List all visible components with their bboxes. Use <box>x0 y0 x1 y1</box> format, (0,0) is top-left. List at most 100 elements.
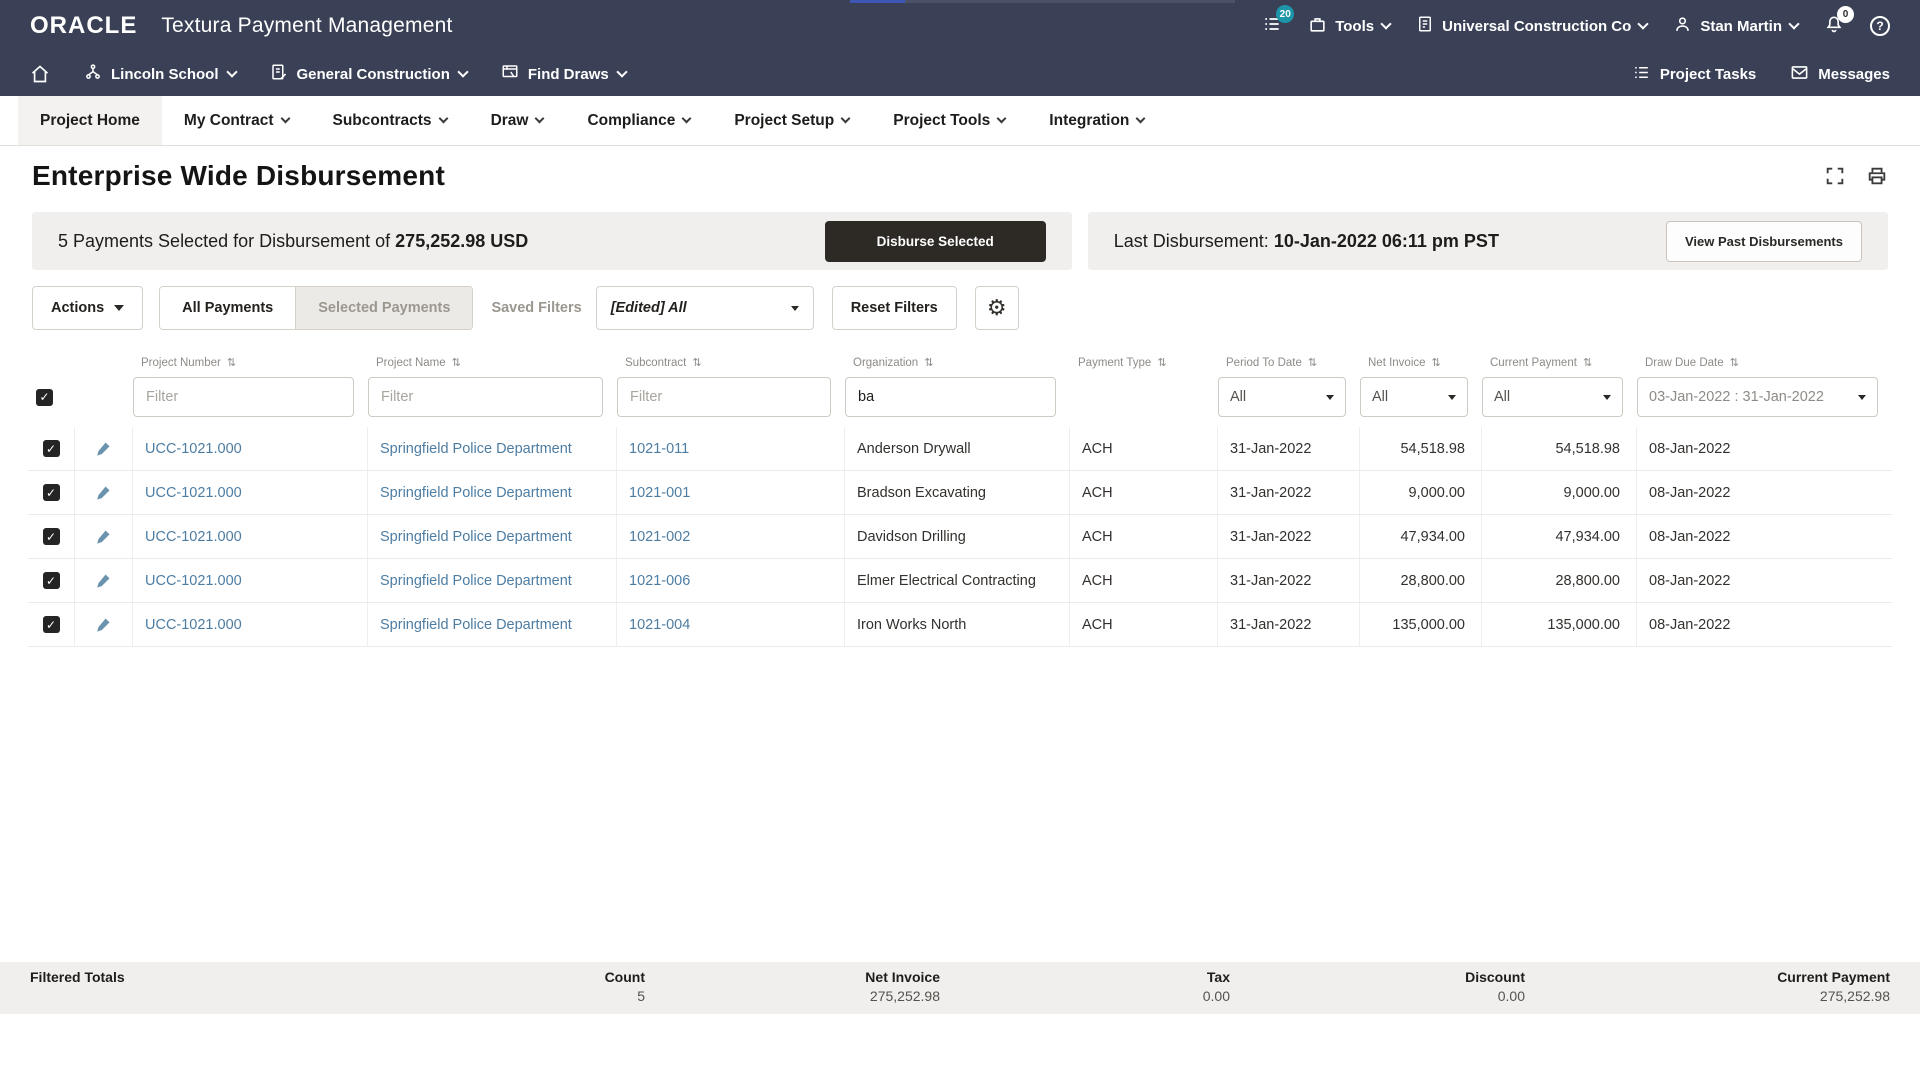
col-draw-due-date: Draw Due Date⇅ <box>1637 352 1892 377</box>
sort-icon[interactable]: ⇅ <box>1583 356 1592 369</box>
messages-button[interactable]: Messages <box>1790 63 1890 86</box>
chevron-down-icon <box>997 114 1007 124</box>
messages-label: Messages <box>1818 66 1890 83</box>
tab-label: Draw <box>491 112 529 130</box>
payment-type-cell: ACH <box>1070 603 1218 646</box>
row-checkbox[interactable]: ✓ <box>43 440 60 457</box>
sort-icon[interactable]: ⇅ <box>1308 356 1317 369</box>
selected-payments-toggle[interactable]: Selected Payments <box>295 287 472 329</box>
fullscreen-icon[interactable] <box>1824 165 1846 187</box>
last-disbursement-label: Last Disbursement: <box>1114 231 1269 251</box>
sort-icon[interactable]: ⇅ <box>1432 356 1441 369</box>
tab-my-contract[interactable]: My Contract <box>162 96 311 145</box>
help-button[interactable]: ? <box>1870 16 1890 36</box>
edit-pencil-icon[interactable] <box>75 471 133 514</box>
subcontract-filter-input[interactable] <box>617 377 831 417</box>
subcontract-link[interactable]: 1021-004 <box>629 617 690 633</box>
project-number-link[interactable]: UCC-1021.000 <box>145 485 242 501</box>
select-all-checkbox[interactable]: ✓ <box>36 389 53 406</box>
tab-project-home[interactable]: Project Home <box>18 96 162 145</box>
find-draws-menu[interactable]: Find Draws <box>501 63 626 85</box>
subcontract-link[interactable]: 1021-011 <box>629 441 689 457</box>
saved-filter-dropdown[interactable]: [Edited] All <box>596 286 814 330</box>
reset-filters-button[interactable]: Reset Filters <box>832 286 957 330</box>
module-tab-bar: Project Home My Contract Subcontracts Dr… <box>0 96 1920 146</box>
discount-total-value: 0.00 <box>1230 988 1525 1004</box>
project-number-filter-input[interactable] <box>133 377 354 417</box>
tab-project-tools[interactable]: Project Tools <box>871 96 1027 145</box>
edit-pencil-icon[interactable] <box>75 603 133 646</box>
contract-selector-label: General Construction <box>297 66 450 83</box>
organization-cell: Bradson Excavating <box>845 471 1070 514</box>
edit-pencil-icon[interactable] <box>75 515 133 558</box>
project-selector[interactable]: Lincoln School <box>84 63 236 85</box>
project-name-link[interactable]: Springfield Police Department <box>380 617 572 633</box>
all-payments-toggle[interactable]: All Payments <box>160 287 295 329</box>
subcontract-link[interactable]: 1021-006 <box>629 573 690 589</box>
subcontract-link[interactable]: 1021-002 <box>629 529 690 545</box>
sort-icon[interactable]: ⇅ <box>452 356 461 369</box>
period-to-date-filter-select[interactable]: All <box>1218 377 1346 417</box>
tab-compliance[interactable]: Compliance <box>565 96 712 145</box>
current-payment-filter-select[interactable]: All <box>1482 377 1623 417</box>
current-payment-cell: 28,800.00 <box>1482 559 1637 602</box>
top-app-bar: ORACLE Textura Payment Management 20 Too… <box>0 0 1920 52</box>
oracle-logo: ORACLE <box>30 12 137 40</box>
company-label: Universal Construction Co <box>1442 18 1631 35</box>
company-menu[interactable]: Universal Construction Co <box>1416 15 1647 37</box>
sort-icon[interactable]: ⇅ <box>1157 356 1166 369</box>
subcontract-link[interactable]: 1021-001 <box>629 485 690 501</box>
notifications-button[interactable]: 0 <box>1824 14 1844 38</box>
print-icon[interactable] <box>1866 165 1888 187</box>
project-number-link[interactable]: UCC-1021.000 <box>145 529 242 545</box>
tab-label: Project Tools <box>893 112 990 130</box>
organization-filter-input[interactable] <box>845 377 1056 417</box>
saved-filters-label: Saved Filters <box>491 300 581 316</box>
reset-filters-label: Reset Filters <box>851 300 938 316</box>
sort-icon[interactable]: ⇅ <box>692 356 701 369</box>
draw-due-date-filter-select[interactable]: 03-Jan-2022 : 31-Jan-2022 <box>1637 377 1878 417</box>
payment-type-cell: ACH <box>1070 559 1218 602</box>
tab-project-setup[interactable]: Project Setup <box>712 96 871 145</box>
project-name-link[interactable]: Springfield Police Department <box>380 529 572 545</box>
user-menu[interactable]: Stan Martin <box>1673 15 1798 38</box>
row-checkbox[interactable]: ✓ <box>43 528 60 545</box>
row-checkbox[interactable]: ✓ <box>43 484 60 501</box>
tasks-notification-button[interactable]: 20 <box>1262 14 1282 38</box>
count-label: Count <box>360 969 645 985</box>
gear-icon[interactable]: ⚙ <box>975 286 1019 330</box>
view-past-disbursements-button[interactable]: View Past Disbursements <box>1666 221 1862 262</box>
contract-selector[interactable]: General Construction <box>270 63 467 85</box>
project-number-link[interactable]: UCC-1021.000 <box>145 573 242 589</box>
project-number-link[interactable]: UCC-1021.000 <box>145 617 242 633</box>
project-name-filter-input[interactable] <box>368 377 603 417</box>
net-invoice-filter-select[interactable]: All <box>1360 377 1468 417</box>
row-checkbox[interactable]: ✓ <box>43 616 60 633</box>
sort-icon[interactable]: ⇅ <box>1730 356 1739 369</box>
project-tasks-button[interactable]: Project Tasks <box>1632 63 1756 86</box>
project-name-link[interactable]: Springfield Police Department <box>380 485 572 501</box>
tools-menu[interactable]: Tools <box>1308 15 1390 38</box>
tab-label: Project Setup <box>734 112 834 130</box>
organization-cell: Davidson Drilling <box>845 515 1070 558</box>
filter-toolbar: Actions All Payments Selected Payments S… <box>32 286 1888 330</box>
project-number-link[interactable]: UCC-1021.000 <box>145 441 242 457</box>
selected-prefix: 5 Payments Selected for Disbursement of <box>58 231 390 251</box>
col-net-invoice: Net Invoice⇅ <box>1360 352 1482 377</box>
tab-subcontracts[interactable]: Subcontracts <box>311 96 469 145</box>
actions-dropdown[interactable]: Actions <box>32 286 143 330</box>
sort-icon[interactable]: ⇅ <box>924 356 933 369</box>
tab-integration[interactable]: Integration <box>1027 96 1166 145</box>
edit-pencil-icon[interactable] <box>75 559 133 602</box>
home-button[interactable] <box>30 64 50 84</box>
notifications-count-badge: 0 <box>1837 6 1854 23</box>
row-checkbox[interactable]: ✓ <box>43 572 60 589</box>
project-name-link[interactable]: Springfield Police Department <box>380 441 572 457</box>
disburse-selected-button[interactable]: Disburse Selected <box>825 221 1046 262</box>
summary-row: 5 Payments Selected for Disbursement of … <box>0 206 1920 270</box>
caret-down-icon <box>1326 395 1334 400</box>
sort-icon[interactable]: ⇅ <box>227 356 236 369</box>
edit-pencil-icon[interactable] <box>75 427 133 470</box>
project-name-link[interactable]: Springfield Police Department <box>380 573 572 589</box>
tab-draw[interactable]: Draw <box>469 96 566 145</box>
